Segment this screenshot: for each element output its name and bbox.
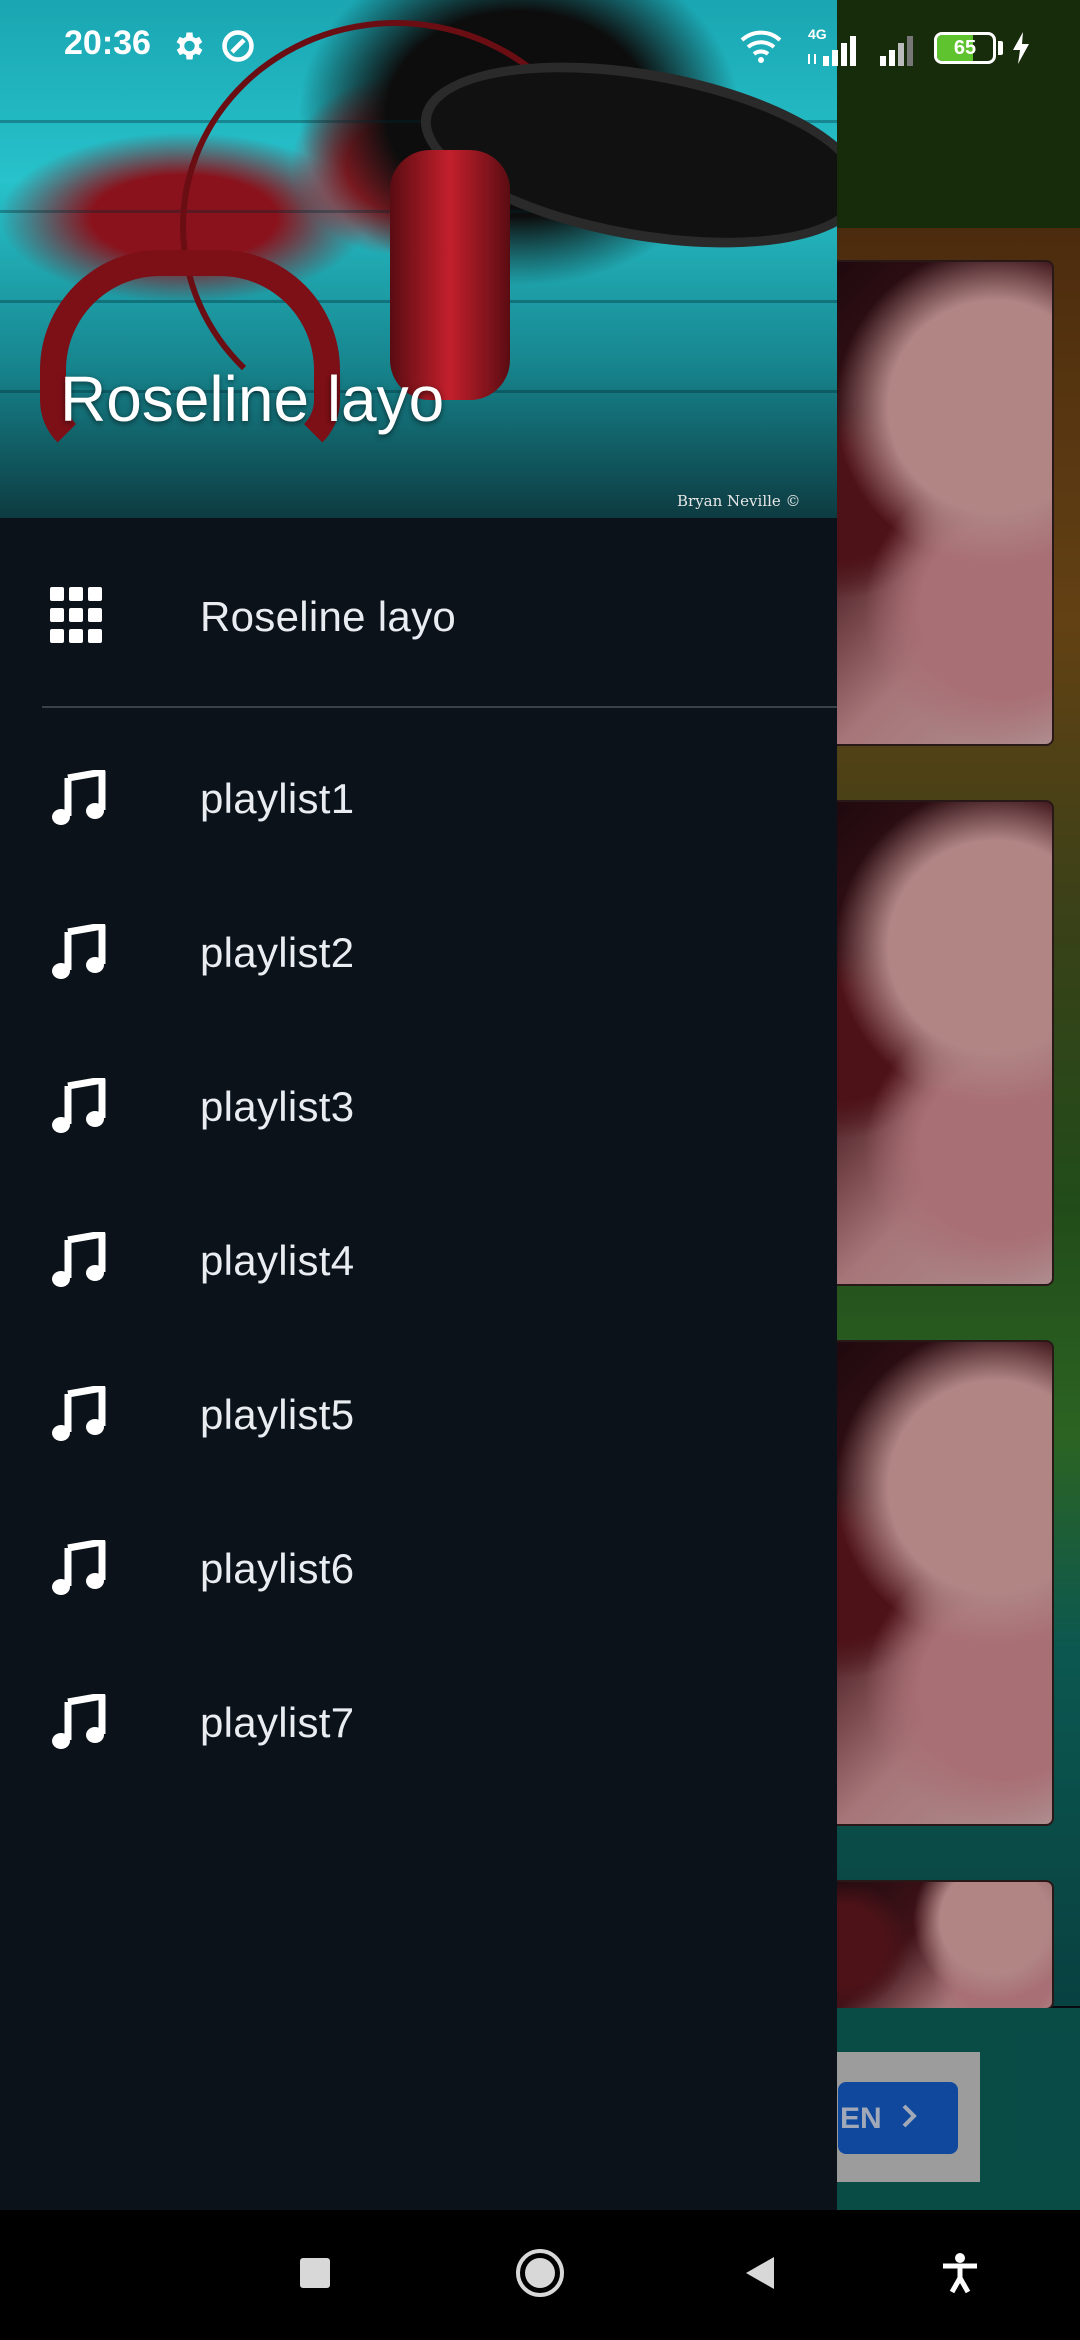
navigation-drawer: Roseline layo Bryan Neville © Roseline l…	[0, 0, 837, 2210]
drawer-divider	[42, 706, 837, 708]
battery-level: 65	[953, 37, 977, 59]
battery-icon: 65	[934, 32, 996, 64]
music-note-icon	[50, 922, 108, 982]
drawer-item-label: playlist4	[200, 1237, 355, 1284]
grid-icon	[50, 587, 108, 645]
drawer-item-playlist2[interactable]: playlist2	[0, 878, 837, 1028]
drawer-item-label: playlist3	[200, 1083, 355, 1130]
back-icon	[740, 2253, 780, 2298]
drawer-item-playlist1[interactable]: playlist1	[0, 724, 837, 874]
recents-icon	[298, 2256, 332, 2295]
settings-icon	[170, 28, 206, 69]
back-button[interactable]	[700, 2210, 820, 2340]
system-navigation-bar	[0, 2210, 1080, 2340]
music-note-icon	[50, 1384, 108, 1444]
drawer-item-label: Roseline layo	[200, 593, 457, 640]
sync-icon	[220, 28, 256, 69]
music-note-icon	[50, 1230, 108, 1290]
signal-4g-icon	[805, 32, 865, 71]
drawer-header-title: Roseline layo	[60, 363, 445, 435]
header-watermark: Bryan Neville ©	[677, 492, 801, 510]
drawer-item-home[interactable]: Roseline layo	[0, 542, 837, 692]
wifi-icon	[738, 28, 784, 69]
drawer-item-playlist4[interactable]: playlist4	[0, 1186, 837, 1336]
music-note-icon	[50, 1076, 108, 1136]
music-note-icon	[50, 768, 108, 828]
drawer-item-label: playlist7	[200, 1699, 355, 1746]
accessibility-button[interactable]	[900, 2210, 1020, 2340]
recents-button[interactable]	[255, 2210, 375, 2340]
accessibility-icon	[939, 2252, 981, 2299]
drawer-item-playlist6[interactable]: playlist6	[0, 1494, 837, 1644]
status-time: 20:36	[64, 24, 151, 62]
drawer-item-label: playlist1	[200, 775, 355, 822]
drawer-item-playlist7[interactable]: playlist7	[0, 1648, 837, 1798]
music-note-icon	[50, 1538, 108, 1598]
drawer-item-label: playlist5	[200, 1391, 355, 1438]
home-icon	[513, 2246, 567, 2305]
status-bar: 20:36 4G 65	[0, 0, 1080, 96]
drawer-item-playlist3[interactable]: playlist3	[0, 1032, 837, 1182]
home-button[interactable]	[480, 2210, 600, 2340]
drawer-item-label: playlist6	[200, 1545, 355, 1592]
drawer-item-label: playlist2	[200, 929, 355, 976]
battery-terminal	[998, 41, 1003, 55]
music-note-icon	[50, 1692, 108, 1752]
charging-icon	[1010, 30, 1032, 71]
drawer-item-playlist5[interactable]: playlist5	[0, 1340, 837, 1490]
signal-icon	[876, 32, 920, 71]
